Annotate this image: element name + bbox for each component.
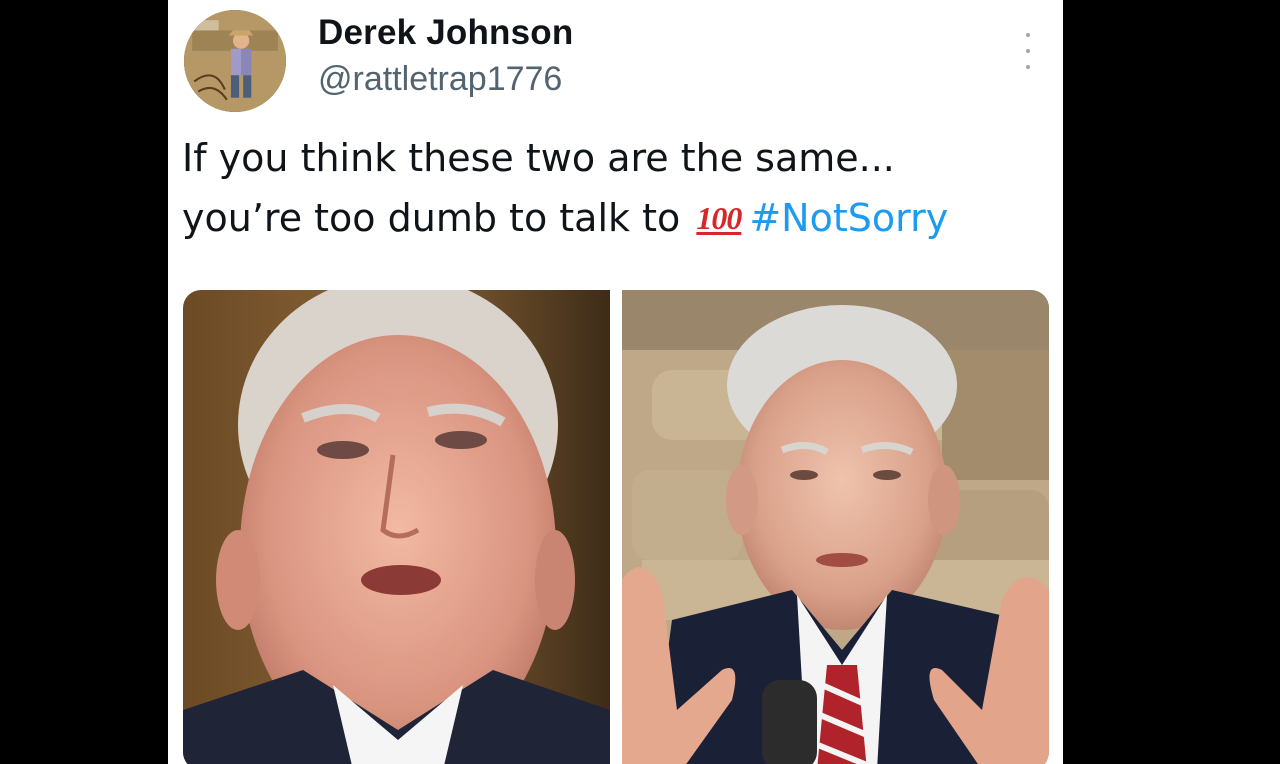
more-dot xyxy=(1026,49,1030,53)
photo-right-image xyxy=(622,290,1049,764)
tweet-text-line-2: you’re too dumb to talk to 100 #NotSorry xyxy=(182,188,1042,248)
hundred-points-icon: 100 xyxy=(696,200,742,236)
hashtag-link[interactable]: #NotSorry xyxy=(749,196,948,240)
tweet-card[interactable]: Derek Johnson @rattletrap1776 If you thi… xyxy=(168,0,1063,764)
author-name[interactable]: Derek Johnson xyxy=(318,13,573,53)
avatar-image xyxy=(184,10,286,112)
author-handle[interactable]: @rattletrap1776 xyxy=(318,60,562,99)
tweet-media[interactable] xyxy=(183,290,1049,764)
tweet-text-line-2-prefix: you’re too dumb to talk to xyxy=(182,196,681,240)
tweet-text-line-1: If you think these two are the same... xyxy=(182,136,895,180)
tweet-text: If you think these two are the same... y… xyxy=(182,128,1042,248)
more-dot xyxy=(1026,65,1030,69)
media-photo-right[interactable] xyxy=(622,290,1049,764)
author-avatar[interactable] xyxy=(184,10,286,112)
screen: Derek Johnson @rattletrap1776 If you thi… xyxy=(0,0,1280,764)
more-dot xyxy=(1026,33,1030,37)
more-options-icon[interactable] xyxy=(1014,33,1042,69)
photo-left-image xyxy=(183,290,610,764)
media-photo-left[interactable] xyxy=(183,290,610,764)
